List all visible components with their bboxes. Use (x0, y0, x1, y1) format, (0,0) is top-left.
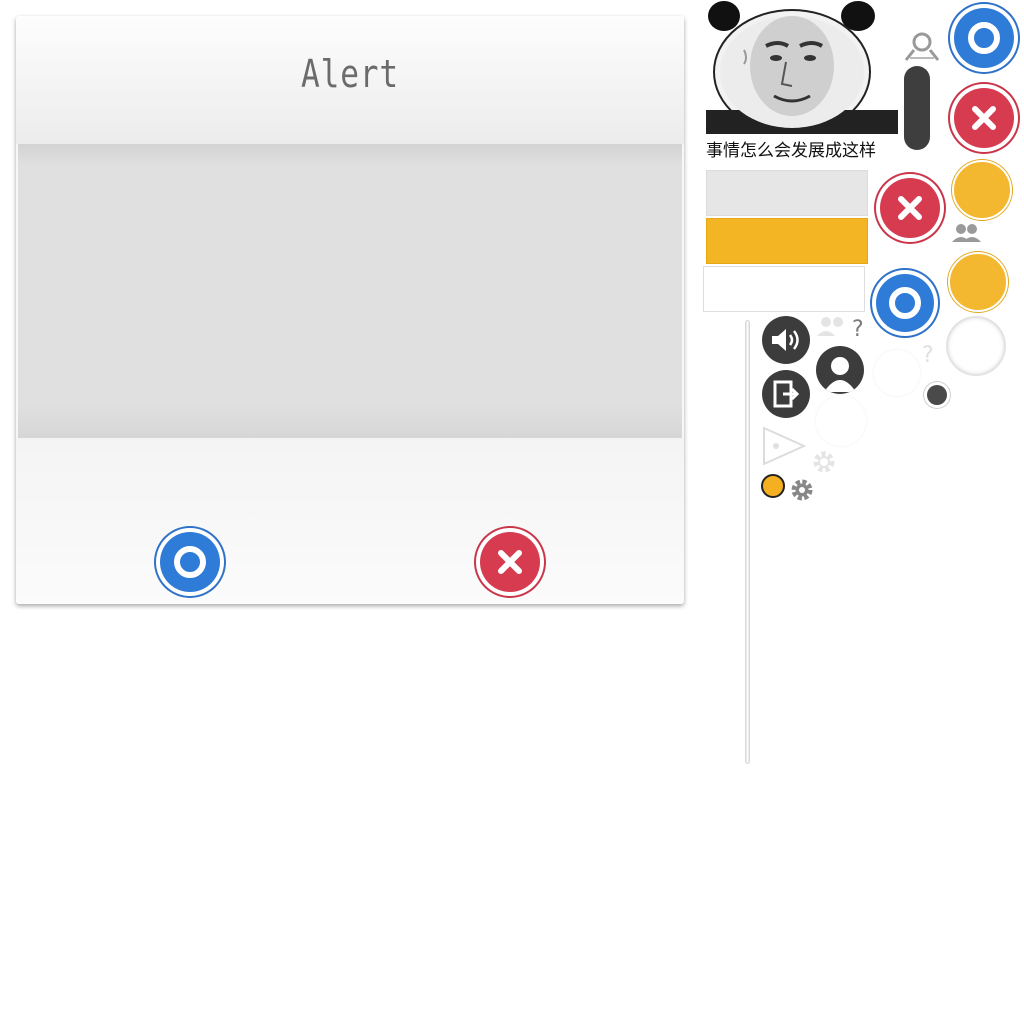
yellow-bar[interactable] (706, 218, 868, 264)
cancel-x-icon (898, 196, 922, 220)
exit-button[interactable] (762, 370, 810, 418)
dark-dot-button[interactable] (924, 382, 950, 408)
cancel-x-icon (498, 550, 522, 574)
white-bar[interactable] (703, 266, 865, 312)
vertical-slider-track[interactable] (745, 320, 750, 764)
friends-icon (952, 224, 981, 242)
unknown-user-icon: ? (817, 317, 864, 342)
cancel-button[interactable] (476, 528, 544, 596)
alert-dialog: Alert (16, 16, 684, 604)
question-icon: ? (922, 343, 934, 368)
yellow-circle-button-2[interactable] (948, 252, 1008, 312)
sound-icon (772, 329, 799, 351)
play-icon[interactable] (760, 424, 808, 468)
confirm-button[interactable] (156, 528, 224, 596)
alert-footer (16, 438, 684, 604)
faint-circle-2 (816, 396, 866, 446)
white-circle-button[interactable] (948, 318, 1004, 374)
svg-text:?: ? (852, 317, 864, 342)
small-yellow-dot[interactable] (761, 474, 785, 498)
face-link-icon (904, 32, 940, 61)
svg-text:?: ? (922, 343, 934, 368)
confirm-button-sprite[interactable] (950, 4, 1018, 72)
sound-button[interactable] (762, 316, 810, 364)
scroll-handle[interactable] (904, 66, 930, 150)
cancel-button-sprite-2[interactable] (876, 174, 944, 242)
gray-bar[interactable] (706, 170, 868, 216)
meme-caption: 事情怎么会发展成这样 (706, 141, 876, 161)
cancel-x-icon (972, 106, 996, 130)
yellow-circle-button[interactable] (952, 160, 1012, 220)
alert-body (18, 144, 682, 438)
alert-header: Alert (16, 16, 684, 144)
settings-gear-icon[interactable] (788, 476, 816, 504)
cancel-button-sprite[interactable] (950, 84, 1018, 152)
settings-gear-icon-faint (813, 451, 835, 473)
confirm-circle-icon (174, 546, 206, 578)
user-icon (824, 357, 856, 392)
user-button[interactable] (816, 346, 864, 394)
confirm-button-sprite-2[interactable] (872, 270, 938, 336)
meme-image (706, 0, 898, 134)
confirm-circle-icon (968, 22, 1000, 54)
confirm-circle-icon (889, 287, 921, 319)
faint-circle (874, 350, 920, 396)
exit-icon (773, 380, 799, 408)
alert-title: Alert (301, 52, 399, 96)
